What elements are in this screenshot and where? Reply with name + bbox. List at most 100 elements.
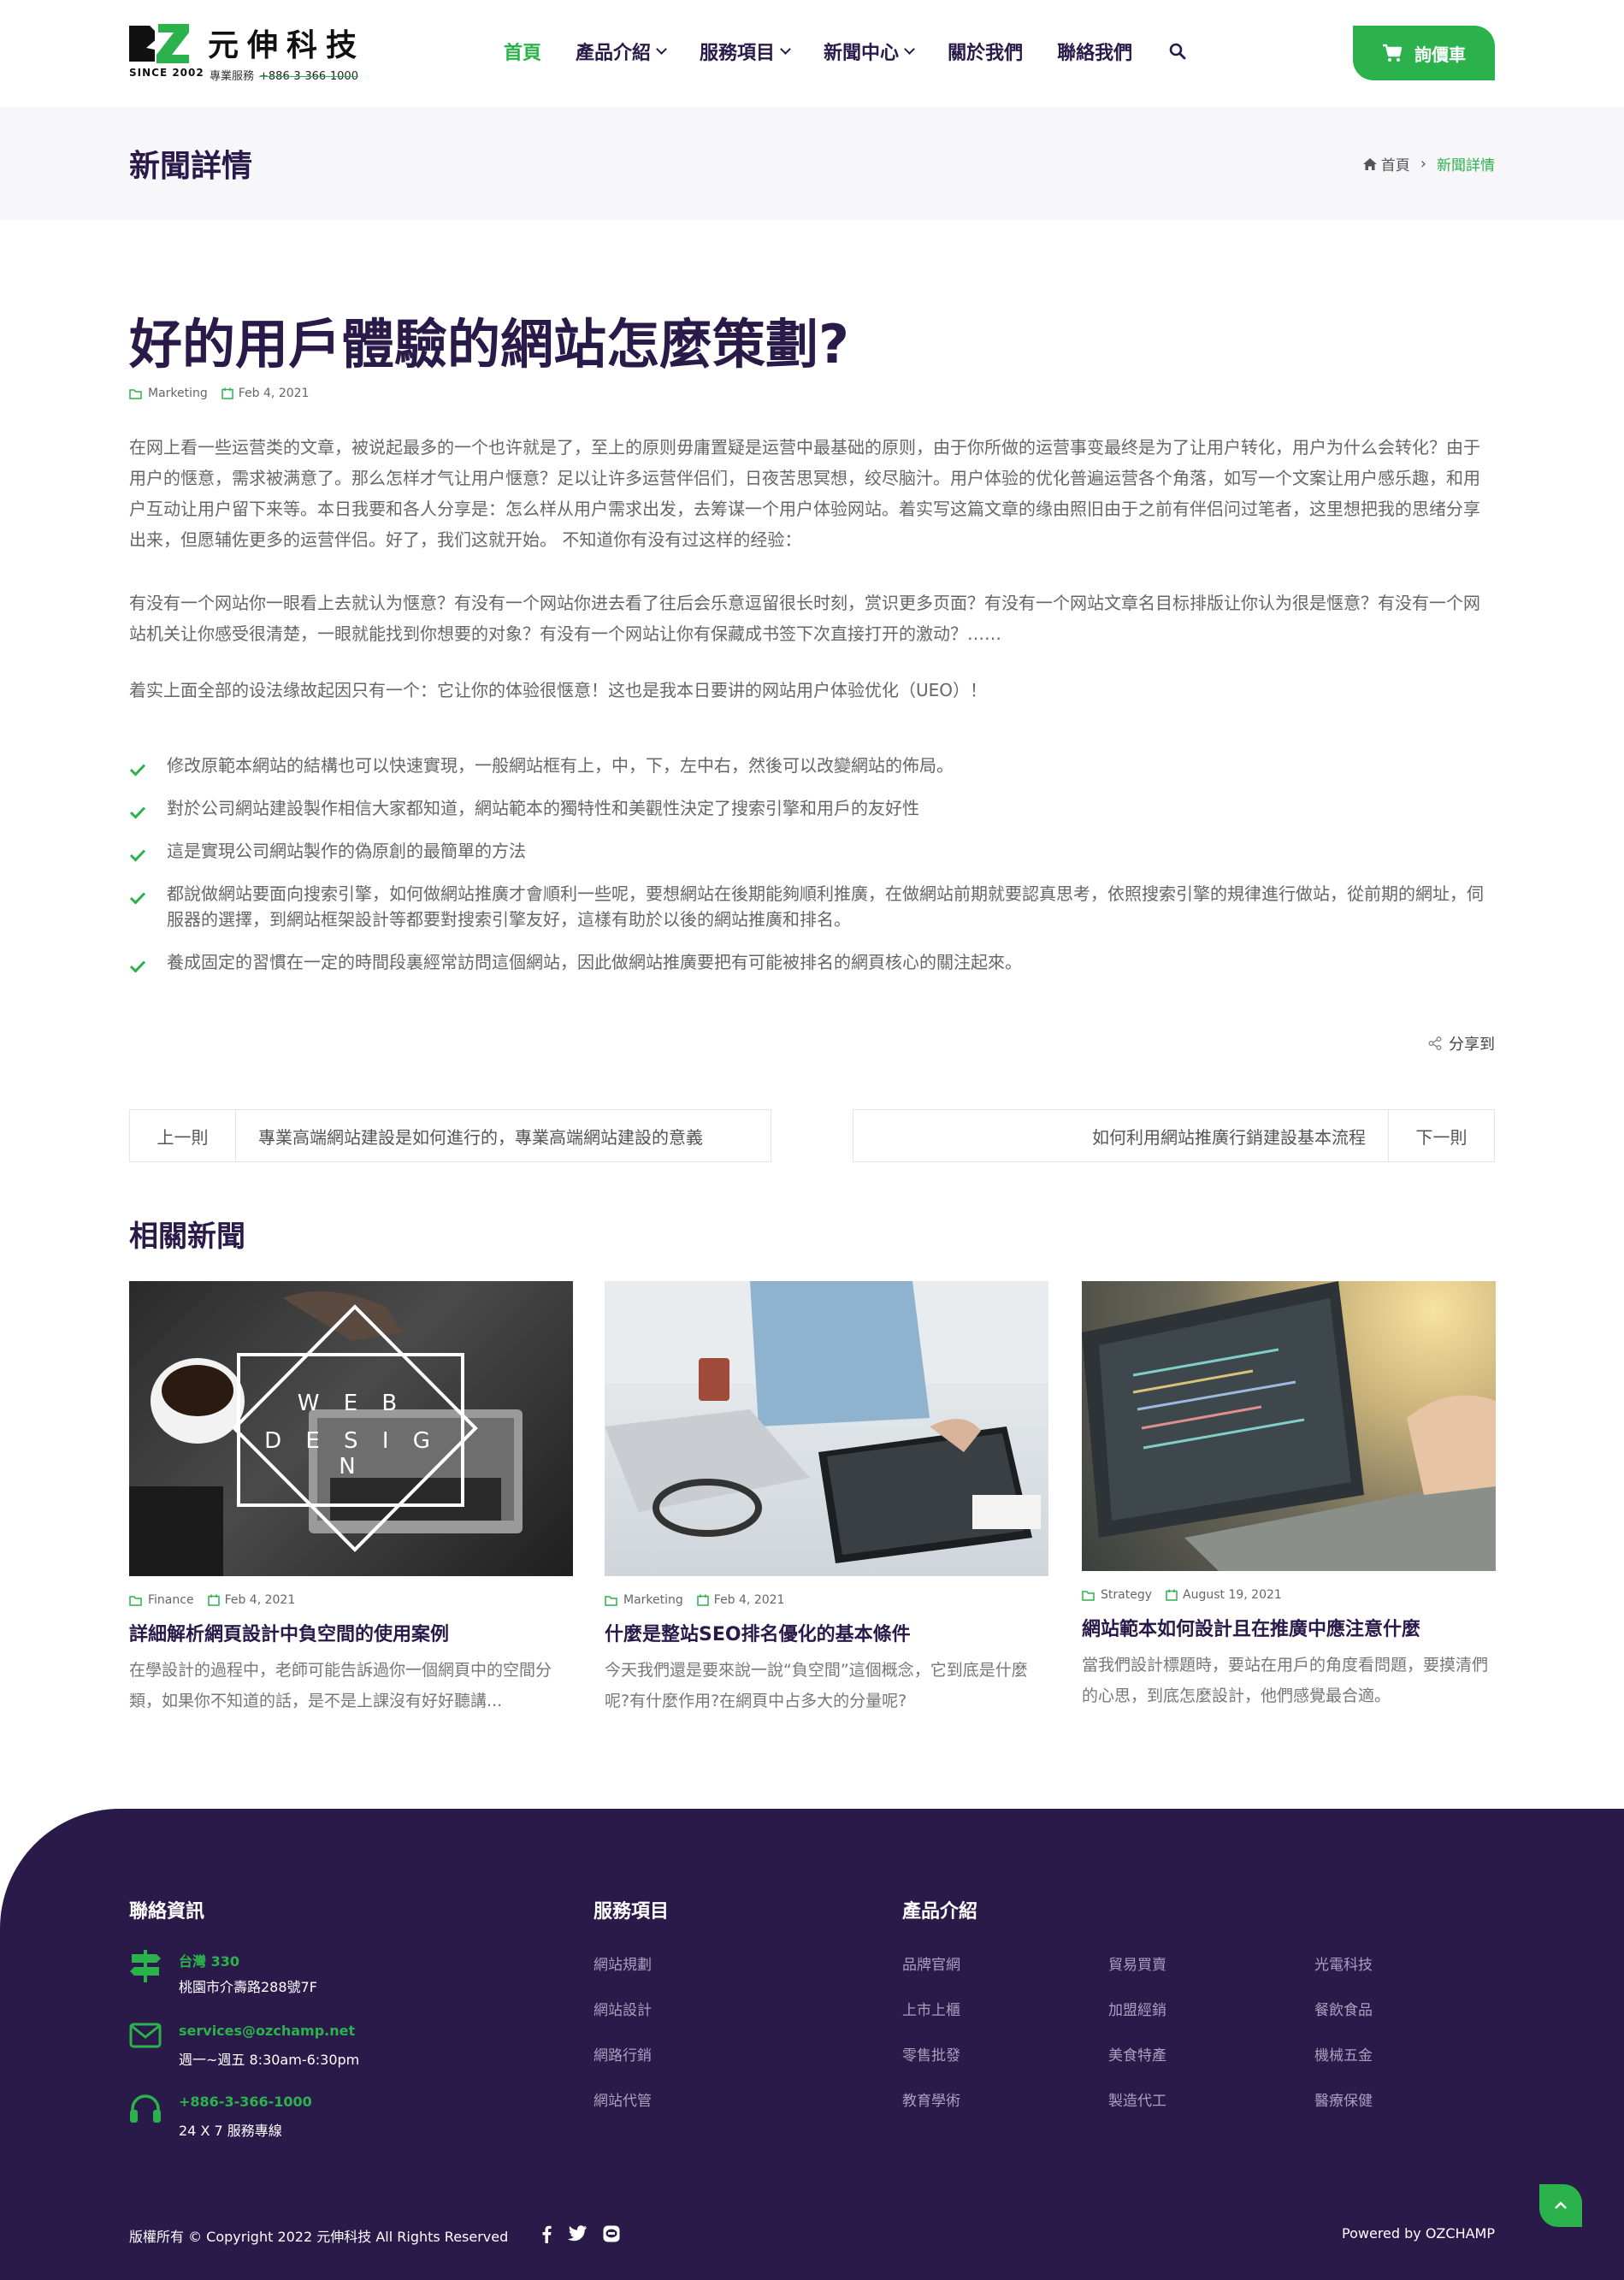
nav-label: 聯絡我們 bbox=[1057, 43, 1133, 64]
card-meta: Marketing Feb 4, 2021 bbox=[605, 1593, 1048, 1607]
footer-link[interactable]: 加盟經銷 bbox=[1108, 1998, 1166, 2019]
inquiry-cart-button[interactable]: 詢價車 bbox=[1353, 26, 1495, 80]
nav-item-news[interactable]: 新聞中心 bbox=[824, 38, 915, 65]
nav-item-home[interactable]: 首頁 bbox=[504, 38, 541, 65]
footer-contact-title: 聯絡資訊 bbox=[129, 1901, 205, 1923]
calendar-icon bbox=[207, 1594, 220, 1606]
contact-line-2: 週一~週五 8:30am-6:30pm bbox=[179, 2052, 360, 2068]
card-title[interactable]: 詳細解析網頁設計中負空間的使用案例 bbox=[129, 1619, 573, 1646]
calendar-icon bbox=[1166, 1589, 1178, 1601]
social-links bbox=[541, 2224, 635, 2243]
nav-label: 首頁 bbox=[504, 43, 542, 64]
contact-line-2: 24 X 7 服務專線 bbox=[179, 2123, 282, 2139]
card-excerpt: 今天我們還是要來說一說“負空間”這個概念，它到底是什麼呢?有什麼作用?在網頁中占… bbox=[605, 1661, 1028, 1710]
footer-link[interactable]: 製造代工 bbox=[1108, 2088, 1166, 2110]
nav-item-products[interactable]: 產品介紹 bbox=[576, 38, 667, 65]
share-button[interactable]: 分享到 bbox=[1428, 1032, 1495, 1054]
related-card: Strategy August 19, 2021 網站範本如何設計且在推廣中應注… bbox=[1082, 1281, 1496, 1711]
share-icon bbox=[1428, 1037, 1442, 1050]
contact-phone-link[interactable]: +886-3-366-1000 bbox=[179, 2094, 312, 2110]
card-title[interactable]: 網站範本如何設計且在推廣中應注意什麼 bbox=[1082, 1614, 1496, 1641]
line-icon[interactable] bbox=[603, 2225, 620, 2242]
mail-icon bbox=[129, 2023, 162, 2048]
next-post-nav: 如何利用網站推廣行銷建設基本流程 下一則 bbox=[853, 1109, 1495, 1162]
folder-icon bbox=[129, 1595, 142, 1606]
breadcrumb-separator: › bbox=[1420, 155, 1426, 173]
tablet-work-image bbox=[605, 1281, 1048, 1563]
coding-laptop-image bbox=[1082, 1281, 1496, 1571]
twitter-icon[interactable] bbox=[567, 2225, 588, 2242]
list-item-text: 都說做網站要面向搜索引擎，如何做網站推廣才會順利一些呢，要想網站在後期能夠順利推… bbox=[167, 883, 1484, 930]
footer-link[interactable]: 網站規劃 bbox=[593, 1952, 652, 1974]
back-to-top-button[interactable] bbox=[1539, 2184, 1582, 2227]
article-paragraph: 在网上看一些运营类的文章，被说起最多的一个也许就是了，至上的原则毋庸置疑是运营中… bbox=[129, 437, 1480, 550]
footer-link[interactable]: 網站代管 bbox=[593, 2088, 652, 2110]
nav-item-services[interactable]: 服務項目 bbox=[700, 38, 791, 65]
check-icon bbox=[129, 892, 146, 905]
logo-mark-icon bbox=[129, 24, 189, 63]
list-item: 對於公司網站建設製作相信大家都知道，網站範本的獨特性和美觀性決定了搜索引擎和用戶… bbox=[129, 795, 1496, 821]
footer-services-title: 服務項目 bbox=[593, 1901, 670, 1923]
prev-post-nav: 上一則 專業高端網站建設是如何進行的，專業高端網站建設的意義 bbox=[129, 1109, 771, 1162]
footer-link[interactable]: 美食特產 bbox=[1108, 2043, 1166, 2064]
footer-link[interactable]: 光電科技 bbox=[1314, 1952, 1373, 1974]
list-item-text: 養成固定的習慣在一定的時間段裏經常訪問這個網站，因此做網站推廣要把有可能被排名的… bbox=[167, 952, 1022, 972]
list-item-text: 這是實現公司網站製作的偽原創的最簡單的方法 bbox=[167, 841, 526, 861]
list-item: 這是實現公司網站製作的偽原創的最簡單的方法 bbox=[129, 838, 1496, 864]
chevron-down-icon bbox=[904, 43, 915, 55]
nav-item-contact[interactable]: 聯絡我們 bbox=[1057, 38, 1132, 65]
main-nav: 首頁 產品介紹 服務項目 新聞中心 關於我們 聯絡我們 bbox=[504, 38, 1187, 65]
search-icon[interactable] bbox=[1168, 42, 1187, 61]
service-label: 專業服務 bbox=[210, 70, 255, 83]
footer-link[interactable]: 教育學術 bbox=[902, 2088, 960, 2110]
next-post-title[interactable]: 如何利用網站推廣行銷建設基本流程 bbox=[853, 1110, 1388, 1161]
facebook-icon[interactable] bbox=[541, 2224, 552, 2243]
card-image[interactable] bbox=[1082, 1281, 1496, 1571]
card-category[interactable]: Finance bbox=[148, 1593, 194, 1607]
breadcrumb-home[interactable]: 首頁 bbox=[1381, 153, 1410, 174]
footer-link[interactable]: 餐飲食品 bbox=[1314, 1998, 1373, 2019]
check-icon bbox=[129, 849, 146, 862]
card-meta: Strategy August 19, 2021 bbox=[1082, 1588, 1496, 1602]
related-card: W E B D E S I G N Finance Feb 4, 2021 詳細… bbox=[129, 1281, 573, 1716]
logo-name: 元伸科技 bbox=[208, 28, 366, 63]
nav-item-about[interactable]: 關於我們 bbox=[948, 38, 1023, 65]
prev-post-title[interactable]: 專業高端網站建設是如何進行的，專業高端網站建設的意義 bbox=[236, 1110, 771, 1161]
nav-label: 關於我們 bbox=[948, 43, 1024, 64]
card-title[interactable]: 什麼是整站SEO排名優化的基本條件 bbox=[605, 1619, 1048, 1646]
footer-link[interactable]: 貿易買賣 bbox=[1108, 1952, 1166, 1974]
footer-link[interactable]: 品牌官網 bbox=[902, 1952, 960, 1974]
contact-line-1: 台灣 330 bbox=[179, 1953, 239, 1970]
card-meta: Finance Feb 4, 2021 bbox=[129, 1593, 573, 1607]
footer-link[interactable]: 機械五金 bbox=[1314, 2043, 1373, 2064]
article-paragraph: 有没有一个网站你一眼看上去就认为惬意？有没有一个网站你进去看了往后会乐意逗留很长… bbox=[129, 593, 1480, 644]
card-category[interactable]: Strategy bbox=[1101, 1588, 1152, 1602]
card-category[interactable]: Marketing bbox=[623, 1593, 683, 1607]
footer-link[interactable]: 網路行銷 bbox=[593, 2043, 652, 2064]
nav-label: 服務項目 bbox=[700, 43, 776, 64]
folder-icon bbox=[605, 1595, 617, 1606]
card-date: Feb 4, 2021 bbox=[224, 1593, 296, 1607]
check-icon bbox=[129, 960, 146, 973]
prev-post-button[interactable]: 上一則 bbox=[130, 1110, 236, 1161]
contact-email-link[interactable]: services@ozchamp.net bbox=[179, 2023, 355, 2039]
footer-link[interactable]: 網站設計 bbox=[593, 1998, 652, 2019]
footer-link[interactable]: 醫療保健 bbox=[1314, 2088, 1373, 2110]
calendar-icon bbox=[221, 387, 233, 399]
footer-link[interactable]: 零售批發 bbox=[902, 2043, 960, 2064]
copyright-text: 版權所有 © Copyright 2022 元伸科技 All Rights Re… bbox=[129, 2229, 509, 2245]
cart-icon bbox=[1383, 44, 1403, 62]
list-item: 修改原範本網站的結構也可以快速實現，一般網站框有上，中，下，左中右，然後可以改變… bbox=[129, 753, 1496, 778]
next-post-button[interactable]: 下一則 bbox=[1388, 1110, 1494, 1161]
chevron-up-icon bbox=[1555, 2201, 1567, 2209]
list-item: 都說做網站要面向搜索引擎，如何做網站推廣才會順利一些呢，要想網站在後期能夠順利推… bbox=[129, 881, 1496, 932]
breadcrumb: 首頁 › 新聞詳情 bbox=[1362, 153, 1495, 174]
article-category[interactable]: Marketing bbox=[148, 387, 208, 400]
page-title-bar: 新聞詳情 首頁 › 新聞詳情 bbox=[0, 107, 1624, 220]
footer-link[interactable]: 上市上櫃 bbox=[902, 1998, 960, 2019]
home-icon bbox=[1362, 157, 1377, 170]
site-logo[interactable]: SINCE 2002 元伸科技 專業服務 +886-3-366-1000 bbox=[129, 22, 386, 84]
card-image[interactable] bbox=[605, 1281, 1048, 1576]
check-icon bbox=[129, 764, 146, 777]
card-image[interactable]: W E B D E S I G N bbox=[129, 1281, 573, 1576]
